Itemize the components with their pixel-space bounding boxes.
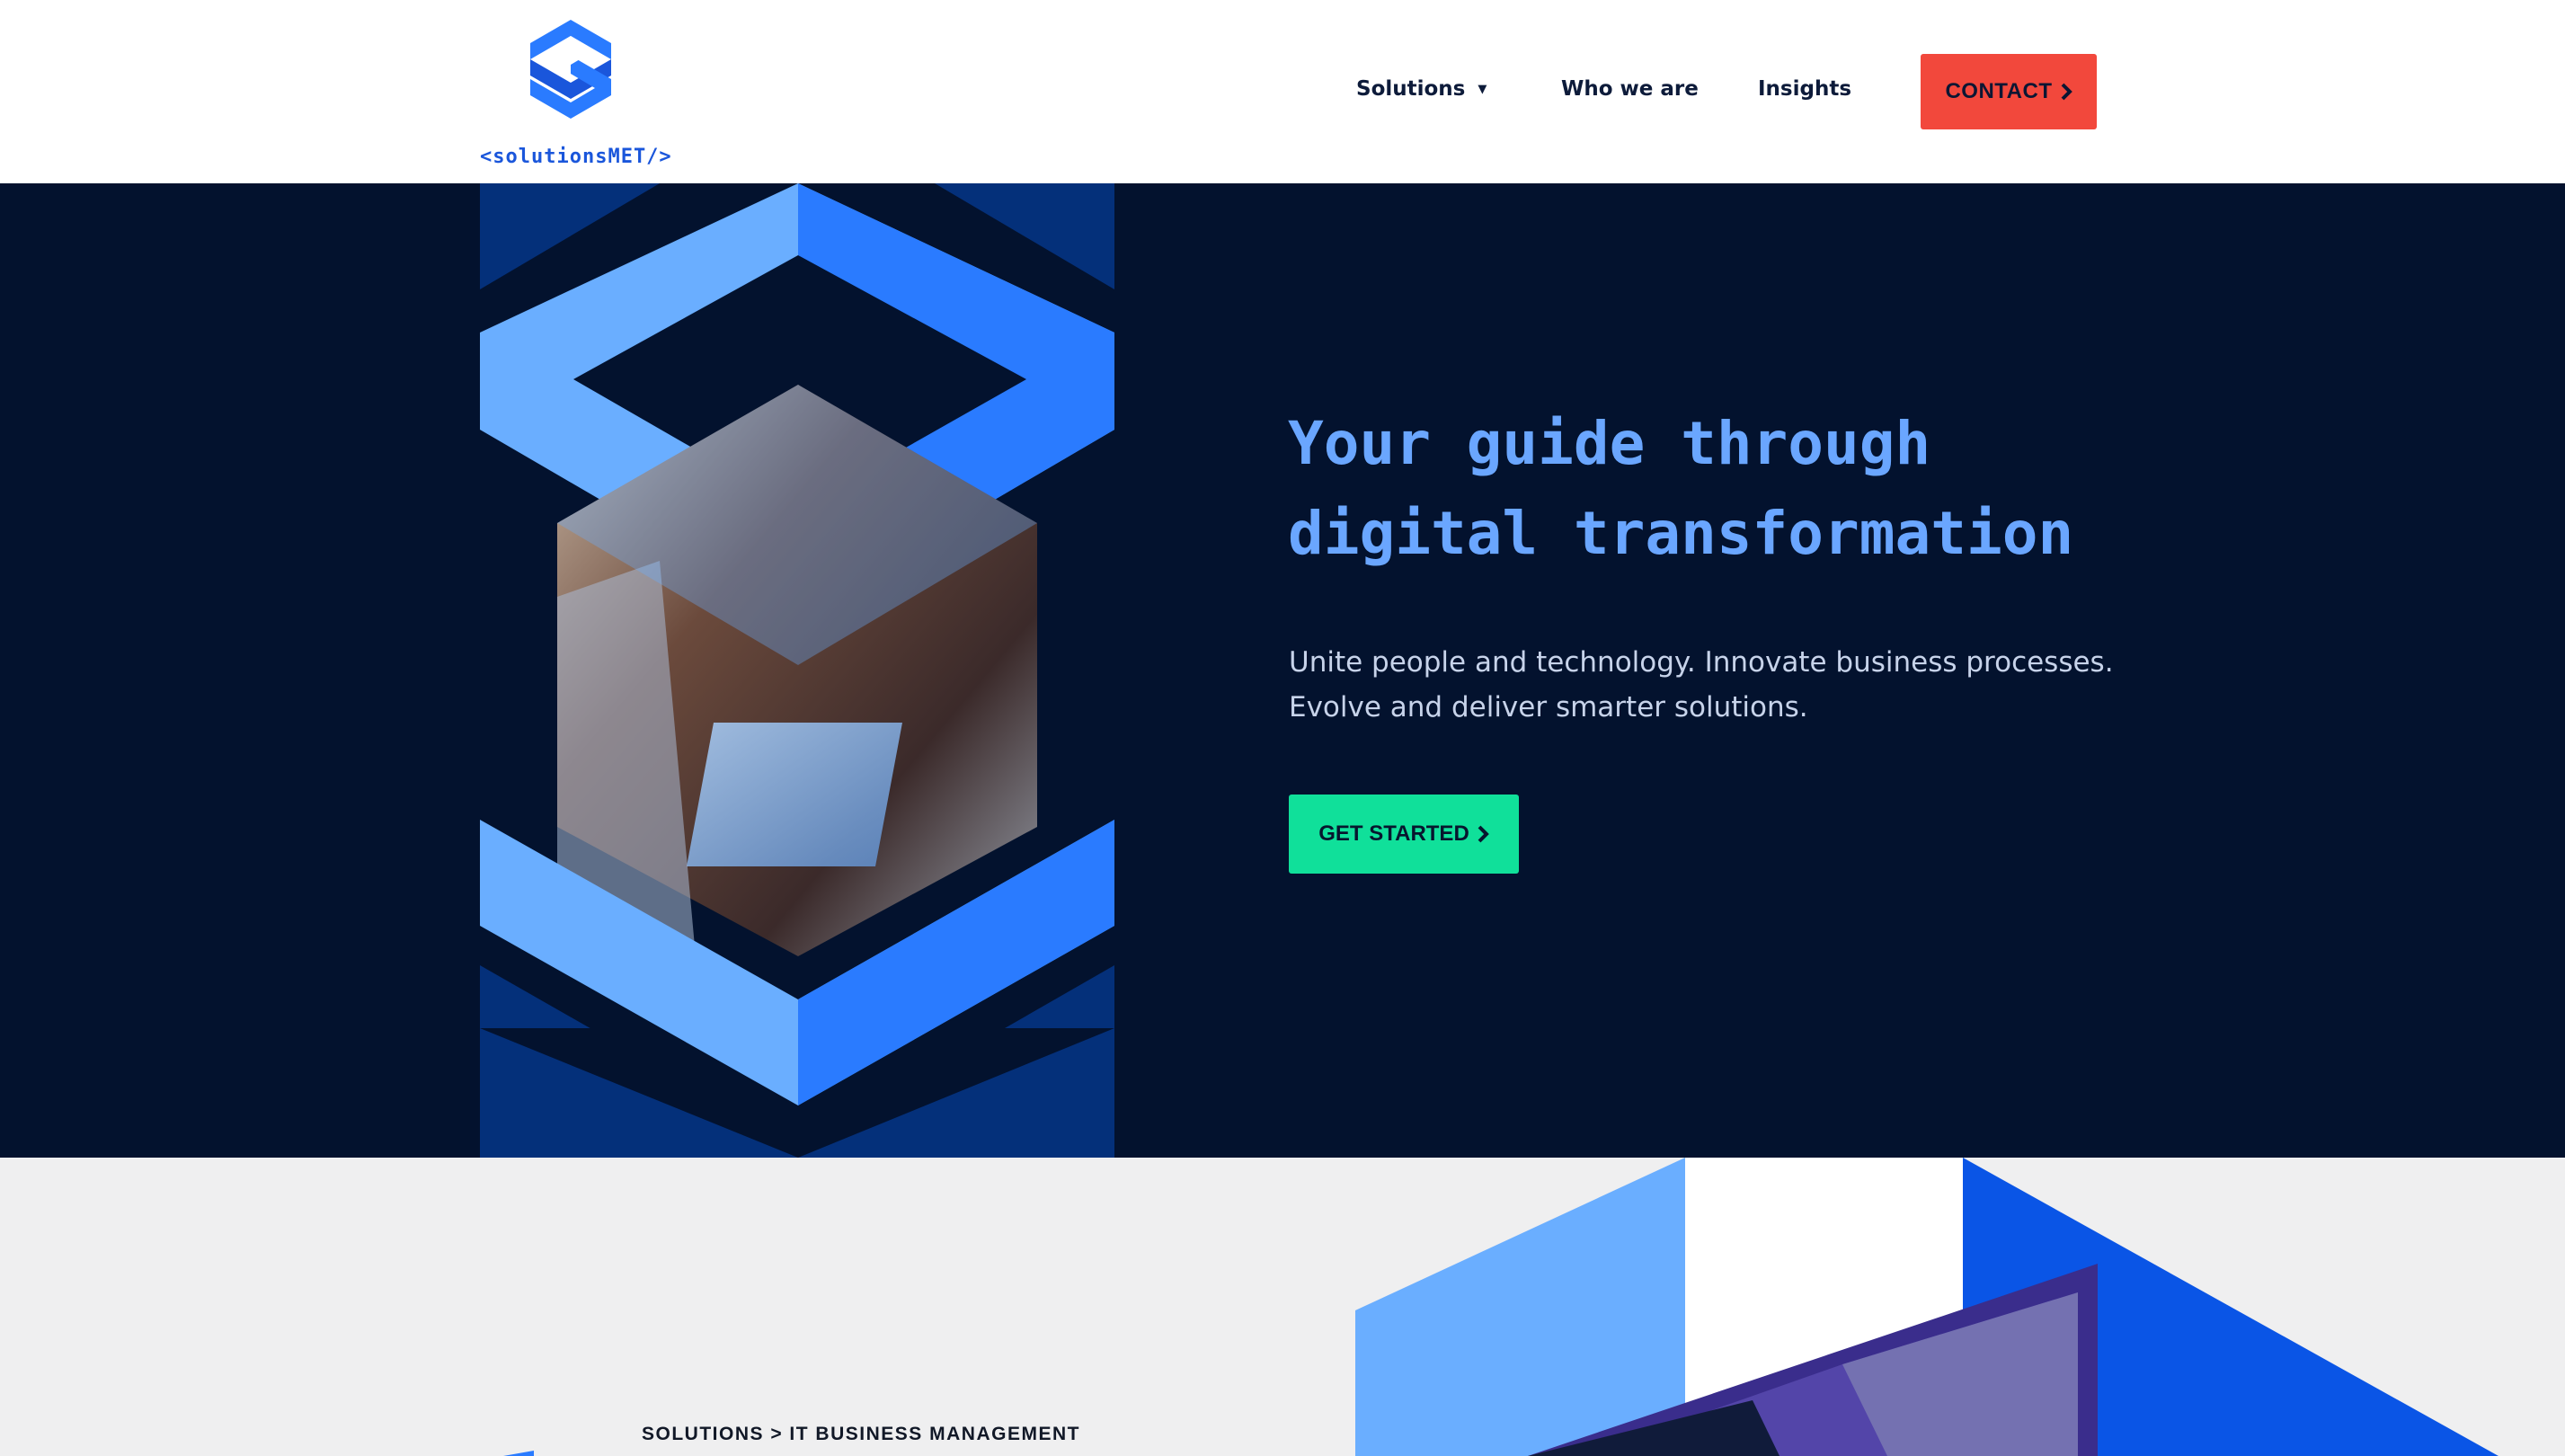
logo[interactable]: <solutionsMET/> bbox=[480, 20, 671, 168]
chevron-right-icon bbox=[1478, 825, 1489, 843]
contact-button[interactable]: CONTACT bbox=[1921, 54, 2097, 129]
breadcrumb: SOLUTIONS > IT BUSINESS MANAGEMENT bbox=[642, 1424, 1080, 1444]
nav-solutions-label: Solutions bbox=[1356, 77, 1466, 101]
hero-subtitle-line1: Unite people and technology. Innovate bu… bbox=[1289, 646, 2114, 679]
nav-insights-label: Insights bbox=[1758, 77, 1852, 101]
contact-button-label: CONTACT bbox=[1945, 79, 2053, 103]
hero-title: Your guide through digital transformatio… bbox=[1288, 399, 2277, 579]
get-started-label: GET STARTED bbox=[1318, 821, 1469, 846]
hero-title-line1: Your guide through bbox=[1288, 409, 1931, 478]
nav-solutions[interactable]: Solutions ▼ bbox=[1356, 77, 1487, 101]
hero-subtitle-line2: Evolve and deliver smarter solutions. bbox=[1289, 691, 1808, 724]
site-header: <solutionsMET/> Solutions ▼ Who we are In… bbox=[0, 0, 2565, 183]
hero-subtitle: Unite people and technology. Innovate bu… bbox=[1289, 640, 2188, 730]
hero-hexagon-graphic bbox=[480, 183, 1114, 1158]
lower-graphic bbox=[503, 1158, 2498, 1456]
logo-text: <solutionsMET/> bbox=[480, 146, 672, 168]
hero-title-line2: digital transformation bbox=[1288, 499, 2074, 568]
lower-section: SOLUTIONS > IT BUSINESS MANAGEMENT bbox=[0, 1158, 2565, 1456]
get-started-button[interactable]: GET STARTED bbox=[1289, 795, 1519, 874]
chevron-right-icon bbox=[2061, 83, 2072, 101]
logo-icon bbox=[530, 20, 611, 119]
hero-section: Your guide through digital transformatio… bbox=[0, 183, 2565, 1158]
nav-who-we-are[interactable]: Who we are bbox=[1561, 77, 1699, 101]
nav-insights[interactable]: Insights bbox=[1758, 77, 1851, 101]
caret-down-icon: ▼ bbox=[1478, 83, 1487, 96]
nav-who-we-are-label: Who we are bbox=[1561, 77, 1699, 101]
